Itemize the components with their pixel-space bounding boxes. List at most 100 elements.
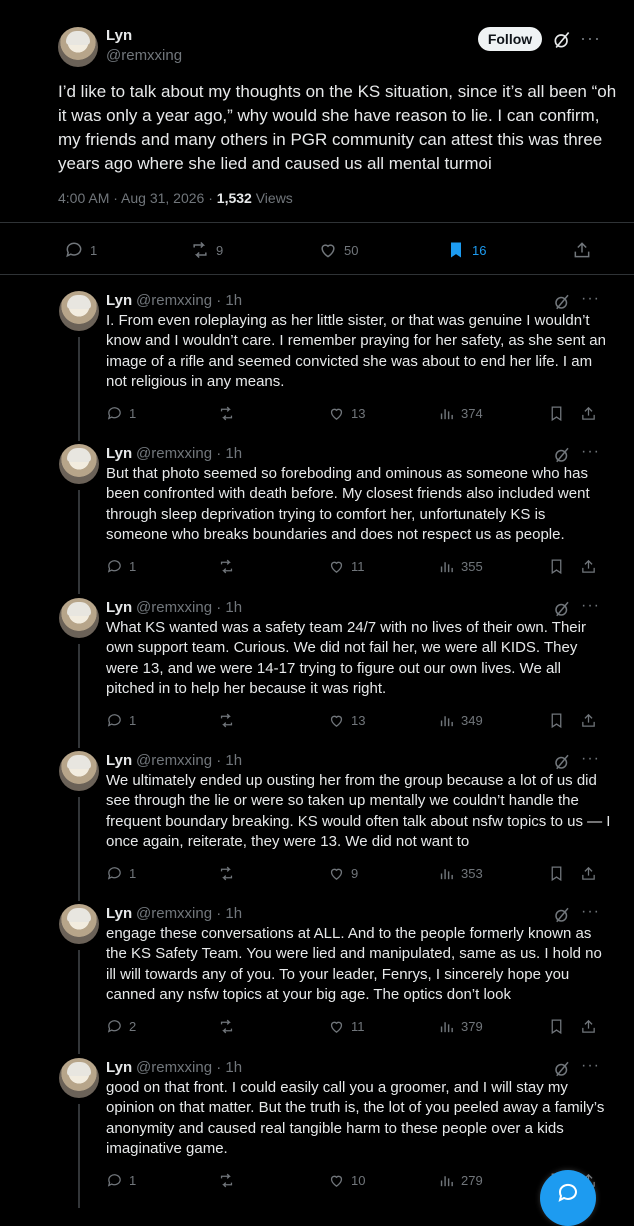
heart-icon	[321, 244, 335, 258]
bookmark-button[interactable]	[548, 1014, 571, 1038]
reply-button[interactable]: 1	[106, 554, 136, 578]
timestamp[interactable]: 4:00 AM · Aug 31, 2026 ·	[58, 190, 217, 206]
avatar[interactable]	[59, 444, 99, 484]
share-button[interactable]	[572, 238, 598, 262]
share-icon	[582, 559, 595, 573]
author-name[interactable]: Lyn	[106, 445, 132, 462]
grok-icon[interactable]	[553, 446, 571, 464]
reply-button[interactable]: 1	[106, 401, 136, 425]
like-button[interactable]: 9	[328, 861, 358, 885]
views-icon	[440, 715, 453, 726]
views-button[interactable]: 279	[438, 1168, 483, 1192]
author-name[interactable]: Lyn	[106, 27, 132, 44]
reply-tweet[interactable]: Lyn @remxxing · 1h ··· What KS wanted wa…	[0, 594, 634, 748]
grok-icon[interactable]	[553, 600, 571, 618]
more-icon[interactable]: ···	[581, 1057, 600, 1075]
more-icon[interactable]: ···	[581, 597, 600, 615]
reply-text: good on that front. I could easily call …	[106, 1079, 605, 1157]
views-button[interactable]: 353	[438, 861, 483, 885]
repost-button[interactable]	[218, 401, 241, 425]
author-handle-time[interactable]: @remxxing · 1h	[136, 752, 242, 769]
views-button[interactable]: 355	[438, 554, 483, 578]
author-name[interactable]: Lyn	[106, 599, 132, 616]
avatar[interactable]	[59, 291, 99, 331]
reply-tweet[interactable]: Lyn @remxxing · 1h ··· I. From even role…	[0, 287, 634, 441]
more-icon[interactable]: ···	[581, 750, 600, 768]
share-button[interactable]	[580, 861, 603, 885]
grok-icon[interactable]	[552, 30, 572, 50]
bookmark-button[interactable]	[548, 861, 571, 885]
repost-icon	[193, 241, 207, 259]
reply-count: 1	[129, 558, 137, 574]
heart-icon	[330, 1175, 343, 1187]
reply-icon	[107, 1019, 121, 1033]
thread-line	[78, 950, 80, 1054]
views-button[interactable]: 374	[438, 401, 483, 425]
reply-tweet[interactable]: Lyn @remxxing · 1h ··· engage these conv…	[0, 900, 634, 1054]
author-handle-time[interactable]: @remxxing · 1h	[136, 292, 242, 309]
views-button[interactable]: 349	[438, 708, 483, 732]
follow-button[interactable]: Follow	[478, 27, 542, 51]
reply-icon	[107, 406, 121, 420]
like-button[interactable]: 50	[318, 238, 358, 262]
reply-tweet[interactable]: Lyn @remxxing · 1h ··· We ultimately end…	[0, 747, 634, 901]
more-icon[interactable]: ···	[581, 903, 600, 921]
avatar[interactable]	[59, 904, 99, 944]
reply-button[interactable]: 1	[106, 1168, 136, 1192]
author-handle-time[interactable]: @remxxing · 1h	[136, 445, 242, 462]
author-name[interactable]: Lyn	[106, 1059, 132, 1076]
more-icon[interactable]: ···	[581, 443, 600, 461]
repost-button[interactable]: 9	[190, 238, 223, 262]
reply-tweet[interactable]: Lyn @remxxing · 1h ··· good on that fron…	[0, 1054, 634, 1208]
avatar[interactable]	[59, 751, 99, 791]
share-button[interactable]	[580, 708, 603, 732]
share-button[interactable]	[580, 1014, 603, 1038]
more-icon[interactable]: ···	[581, 290, 600, 308]
author-name[interactable]: Lyn	[106, 905, 132, 922]
reply-icon	[66, 242, 82, 258]
like-button[interactable]: 10	[328, 1168, 365, 1192]
grok-icon[interactable]	[553, 293, 571, 311]
thread-line	[78, 337, 80, 441]
bookmark-button[interactable]	[548, 401, 571, 425]
reply-button[interactable]: 1	[106, 861, 136, 885]
author-handle-time[interactable]: @remxxing · 1h	[136, 1059, 242, 1076]
views-button[interactable]: 379	[438, 1014, 483, 1038]
grok-icon[interactable]	[553, 1060, 571, 1078]
grok-icon[interactable]	[553, 753, 571, 771]
like-button[interactable]: 11	[328, 1014, 365, 1038]
author-name[interactable]: Lyn	[106, 752, 132, 769]
repost-button[interactable]	[218, 861, 241, 885]
heart-icon	[330, 408, 343, 420]
repost-button[interactable]	[218, 1014, 241, 1038]
bookmark-button[interactable]: 16	[446, 238, 486, 262]
compose-button[interactable]	[540, 1170, 596, 1226]
like-button[interactable]: 11	[328, 554, 365, 578]
like-button[interactable]: 13	[328, 401, 365, 425]
bookmark-button[interactable]	[548, 708, 571, 732]
repost-button[interactable]	[218, 554, 241, 578]
avatar[interactable]	[59, 598, 99, 638]
bookmark-button[interactable]	[548, 554, 571, 578]
like-button[interactable]: 13	[328, 708, 365, 732]
author-name[interactable]: Lyn	[106, 292, 132, 309]
share-button[interactable]	[580, 554, 603, 578]
reply-tweet[interactable]: Lyn @remxxing · 1h ··· But that photo se…	[0, 440, 634, 594]
reply-count: 1	[129, 712, 137, 728]
more-icon[interactable]: ···	[580, 28, 601, 49]
reply-button[interactable]: 1	[106, 708, 136, 732]
author-handle-time[interactable]: @remxxing · 1h	[136, 599, 242, 616]
avatar[interactable]	[58, 27, 98, 67]
repost-button[interactable]	[218, 1168, 241, 1192]
reply-button[interactable]: 1	[64, 238, 97, 262]
share-icon	[582, 866, 595, 880]
author-handle-time[interactable]: @remxxing · 1h	[136, 905, 242, 922]
grok-icon[interactable]	[553, 906, 571, 924]
reply-button[interactable]: 2	[106, 1014, 136, 1038]
avatar[interactable]	[59, 1058, 99, 1098]
share-button[interactable]	[580, 401, 603, 425]
bookmark-icon	[551, 865, 562, 881]
bookmark-icon	[551, 558, 562, 574]
author-handle[interactable]: @remxxing	[106, 47, 182, 64]
repost-button[interactable]	[218, 708, 241, 732]
